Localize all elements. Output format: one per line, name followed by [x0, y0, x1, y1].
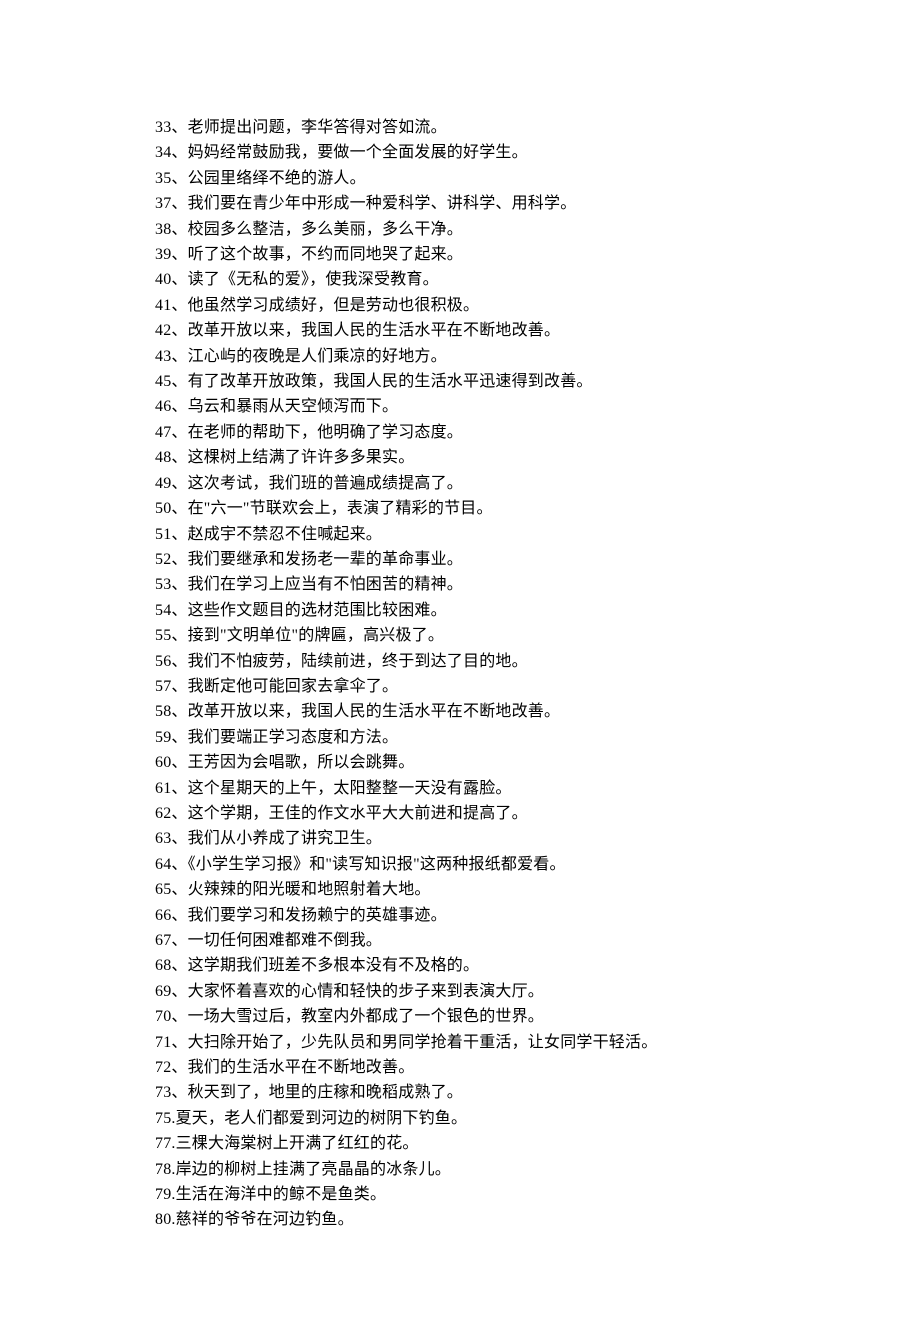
text-line: 51、赵成宇不禁忍不住喊起来。 — [155, 522, 810, 547]
text-line: 52、我们要继承和发扬老一辈的革命事业。 — [155, 547, 810, 572]
text-line: 48、这棵树上结满了许许多多果实。 — [155, 445, 810, 470]
text-line: 47、在老师的帮助下，他明确了学习态度。 — [155, 420, 810, 445]
text-line: 68、这学期我们班差不多根本没有不及格的。 — [155, 953, 810, 978]
text-line: 69、大家怀着喜欢的心情和轻快的步子来到表演大厅。 — [155, 979, 810, 1004]
text-line: 59、我们要端正学习态度和方法。 — [155, 725, 810, 750]
text-line: 72、我们的生活水平在不断地改善。 — [155, 1055, 810, 1080]
text-line: 57、我断定他可能回家去拿伞了。 — [155, 674, 810, 699]
text-line: 41、他虽然学习成绩好，但是劳动也很积极。 — [155, 293, 810, 318]
text-line: 43、江心屿的夜晚是人们乘凉的好地方。 — [155, 344, 810, 369]
text-line: 53、我们在学习上应当有不怕困苦的精神。 — [155, 572, 810, 597]
text-line: 42、改革开放以来，我国人民的生活水平在不断地改善。 — [155, 318, 810, 343]
text-line: 58、改革开放以来，我国人民的生活水平在不断地改善。 — [155, 699, 810, 724]
text-line: 67、一切任何困难都难不倒我。 — [155, 928, 810, 953]
text-line: 78.岸边的柳树上挂满了亮晶晶的冰条儿。 — [155, 1157, 810, 1182]
text-line: 39、听了这个故事，不约而同地哭了起来。 — [155, 242, 810, 267]
text-line: 73、秋天到了，地里的庄稼和晚稻成熟了。 — [155, 1080, 810, 1105]
text-line: 80.慈祥的爷爷在河边钓鱼。 — [155, 1207, 810, 1232]
text-line: 38、校园多么整洁，多么美丽，多么干净。 — [155, 217, 810, 242]
text-line: 35、公园里络绎不绝的游人。 — [155, 166, 810, 191]
text-line: 46、乌云和暴雨从天空倾泻而下。 — [155, 394, 810, 419]
text-line: 63、我们从小养成了讲究卫生。 — [155, 826, 810, 851]
text-line: 37、我们要在青少年中形成一种爱科学、讲科学、用科学。 — [155, 191, 810, 216]
document-page: 33、老师提出问题，李华答得对答如流。34、妈妈经常鼓励我，要做一个全面发展的好… — [0, 0, 920, 1333]
text-line: 40、读了《无私的爱》，使我深受教育。 — [155, 267, 810, 292]
text-line: 79.生活在海洋中的鲸不是鱼类。 — [155, 1182, 810, 1207]
text-line: 65、火辣辣的阳光暖和地照射着大地。 — [155, 877, 810, 902]
text-line: 75.夏天，老人们都爱到河边的树阴下钓鱼。 — [155, 1106, 810, 1131]
text-line: 62、这个学期，王佳的作文水平大大前进和提高了。 — [155, 801, 810, 826]
text-line: 55、接到"文明单位"的牌匾，高兴极了。 — [155, 623, 810, 648]
text-line: 66、我们要学习和发扬赖宁的英雄事迹。 — [155, 903, 810, 928]
text-line: 50、在"六一"节联欢会上，表演了精彩的节目。 — [155, 496, 810, 521]
text-line: 64、《小学生学习报》和"读写知识报"这两种报纸都爱看。 — [155, 852, 810, 877]
text-line: 45、有了改革开放政策，我国人民的生活水平迅速得到改善。 — [155, 369, 810, 394]
text-line: 54、这些作文题目的选材范围比较困难。 — [155, 598, 810, 623]
text-line: 34、妈妈经常鼓励我，要做一个全面发展的好学生。 — [155, 140, 810, 165]
text-line: 60、王芳因为会唱歌，所以会跳舞。 — [155, 750, 810, 775]
text-line: 49、这次考试，我们班的普遍成绩提高了。 — [155, 471, 810, 496]
text-line: 33、老师提出问题，李华答得对答如流。 — [155, 115, 810, 140]
text-line: 77.三棵大海棠树上开满了红红的花。 — [155, 1131, 810, 1156]
text-line: 71、大扫除开始了，少先队员和男同学抢着干重活，让女同学干轻活。 — [155, 1030, 810, 1055]
text-line: 70、一场大雪过后，教室内外都成了一个银色的世界。 — [155, 1004, 810, 1029]
text-line: 56、我们不怕疲劳，陆续前进，终于到达了目的地。 — [155, 649, 810, 674]
text-line: 61、这个星期天的上午，太阳整整一天没有露脸。 — [155, 776, 810, 801]
